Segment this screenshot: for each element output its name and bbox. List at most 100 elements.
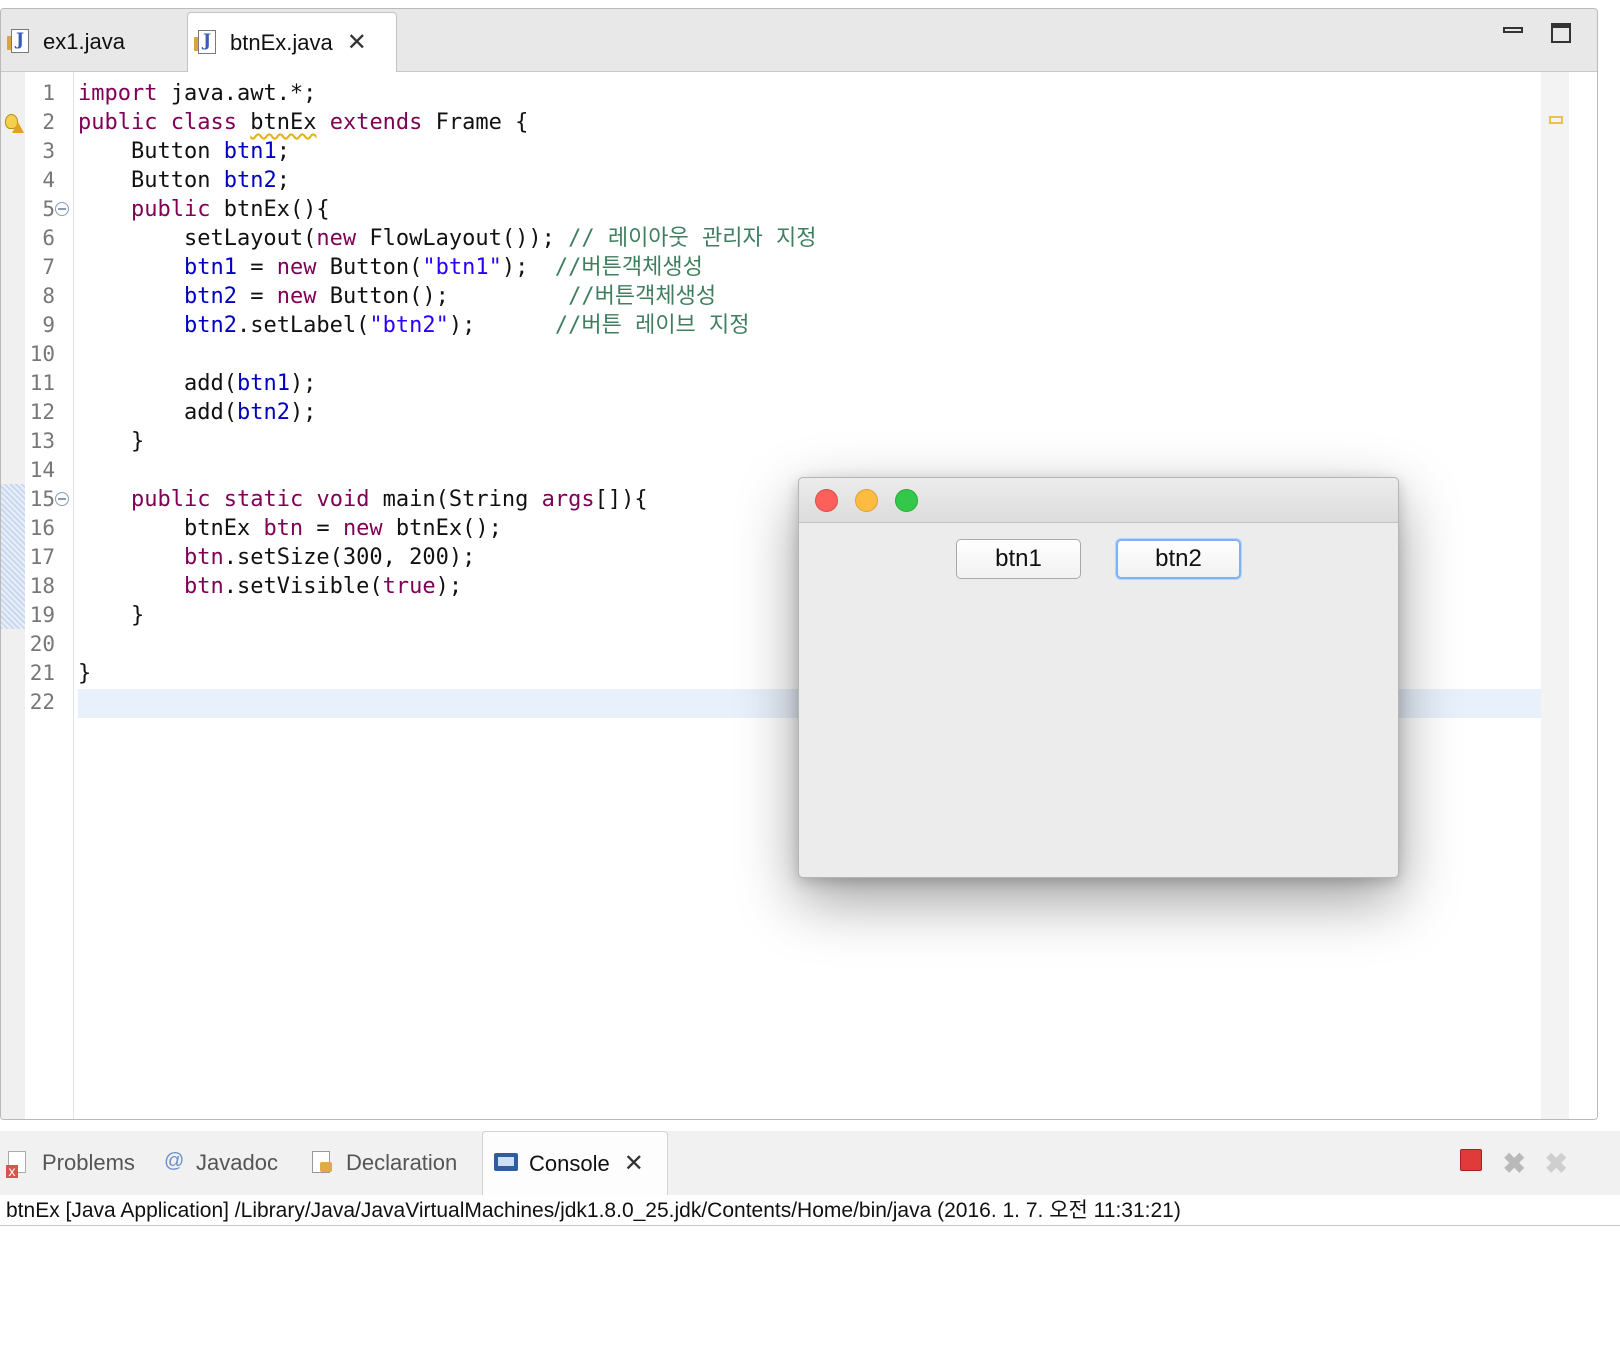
overview-ruler [1541,72,1569,1119]
tab-declaration[interactable]: Declaration [310,1131,457,1195]
code-line[interactable]: 6 setLayout(new FlowLayout()); // 레이아웃 관… [1,224,1501,253]
tab-btnex-java[interactable]: J btnEx.java ✕ [187,12,397,72]
code-line[interactable]: 7 btn1 = new Button("btn1"); //버튼객체생성 [1,253,1501,282]
code-token: new [342,516,383,541]
code-token: btnEx [78,516,264,541]
window-zoom-icon[interactable] [895,489,918,512]
btn1-button[interactable]: btn1 [956,539,1081,579]
code-token: Button [78,168,224,193]
code-token: btn1 [236,371,290,396]
code-text: add(btn2); [78,398,316,427]
tab-label: Javadoc [196,1150,278,1175]
code-token: java.awt.*; [157,81,317,106]
code-line[interactable]: 12 add(btn2); [1,398,1501,427]
code-line[interactable]: 13 } [1,427,1501,456]
tab-console[interactable]: Console ✕ [482,1131,668,1195]
code-token: void [316,487,370,512]
tab-problems[interactable]: Problems [6,1131,135,1195]
close-console-icon[interactable]: ✕ [624,1149,644,1178]
code-token: add( [78,371,237,396]
code-line[interactable]: 5 public btnEx(){ [1,195,1501,224]
line-number: 7 [42,255,55,279]
line-number: 2 [42,110,55,134]
code-token: public [130,487,211,512]
code-text: Button btn2; [78,166,290,195]
code-token: btn2 [236,400,290,425]
code-text: btn.setVisible(true); [78,572,462,601]
code-text: btn2.setLabel("btn2"); //버튼 레이브 지정 [78,311,750,340]
code-token: args [541,487,595,512]
code-token: } [78,603,145,628]
warning-marker-icon[interactable] [1549,116,1563,124]
code-token: //버튼객체생성 [568,284,717,309]
code-token: ); [289,371,317,396]
code-token: Button [78,139,224,164]
code-text: btn2 = new Button(); //버튼객체생성 [78,282,716,311]
code-line[interactable]: 9 btn2.setLabel("btn2"); //버튼 레이브 지정 [1,311,1501,340]
btn2-button[interactable]: btn2 [1116,539,1241,579]
code-token: btn1 [183,255,237,280]
close-tab-icon[interactable]: ✕ [347,28,367,57]
line-number: 1 [42,81,55,105]
minimize-icon[interactable] [1503,23,1525,33]
code-line[interactable]: 1 import java.awt.*; [1,79,1501,108]
window-title-bar[interactable] [799,478,1398,523]
window-close-icon[interactable] [815,489,838,512]
code-token: ); [448,313,555,338]
code-token: btnEx(); [382,516,502,541]
collapse-fold-icon[interactable] [55,202,69,216]
code-token: setLayout( [78,226,317,251]
remove-launch-icon[interactable]: ✖ [1503,1147,1526,1180]
code-line[interactable]: 4 Button btn2; [1,166,1501,195]
warning-lightbulb-icon[interactable] [4,114,24,134]
code-token: btn2 [183,313,237,338]
code-line[interactable]: 8 btn2 = new Button(); //버튼객체생성 [1,282,1501,311]
code-token: } [78,661,92,686]
code-token: add( [78,400,237,425]
tab-javadoc[interactable]: @ Javadoc [164,1131,278,1195]
remove-all-launches-icon[interactable]: ✖ [1545,1147,1568,1180]
code-text: btnEx btn = new btnEx(); [78,514,502,543]
code-token: import [78,81,158,106]
code-token: btn1 [223,139,277,164]
terminate-icon[interactable] [1460,1149,1482,1171]
code-token: "btn2" [369,313,449,338]
line-number: 11 [29,371,55,395]
window-minimize-icon[interactable] [855,489,878,512]
code-line[interactable]: 10 [1,340,1501,369]
code-text: public static void main(String args[]){ [78,485,648,514]
editor-tab-bar: J ex1.java J btnEx.java ✕ [1,9,1597,72]
java-file-icon: J [194,29,220,57]
code-line[interactable]: 3 Button btn1; [1,137,1501,166]
line-number: 19 [29,603,55,627]
code-line[interactable]: 11 add(btn1); [1,369,1501,398]
code-text: btn1 = new Button("btn1"); //버튼객체생성 [78,253,703,282]
code-text: } [78,659,91,688]
code-token: ); [435,574,463,599]
code-token: btn2 [183,284,237,309]
line-number: 12 [29,400,55,424]
line-number: 22 [29,690,55,714]
code-token: .setSize(300, 200); [223,545,476,570]
code-line[interactable]: 2 public class btnEx extends Frame { [1,108,1501,137]
code-token: btn [263,516,304,541]
code-token: .setVisible( [223,574,383,599]
tab-ex1-java[interactable]: J ex1.java [1,12,185,71]
line-number: 14 [29,458,55,482]
code-token: btnEx [250,110,317,135]
code-token: public [130,197,211,222]
code-token: } [78,429,145,454]
code-text: public btnEx(){ [78,195,330,224]
line-number: 18 [29,574,55,598]
code-text: } [78,427,144,456]
code-token: ; [276,168,290,193]
maximize-icon[interactable] [1551,23,1571,43]
collapse-fold-icon[interactable] [55,492,69,506]
code-token: = [236,255,277,280]
line-number: 3 [42,139,55,163]
code-token: Button(); [316,284,569,309]
